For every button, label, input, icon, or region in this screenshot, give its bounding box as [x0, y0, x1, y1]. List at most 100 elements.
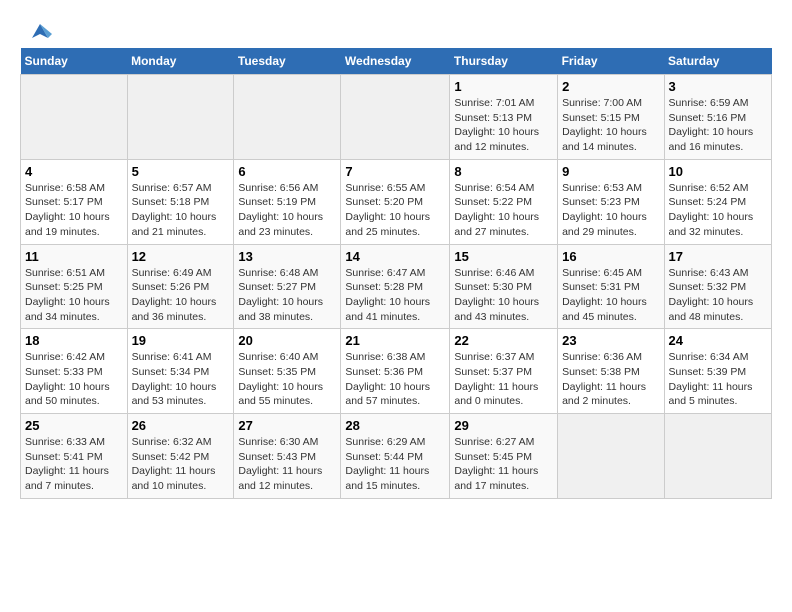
day-number: 17 — [669, 249, 767, 264]
day-info: Sunrise: 6:38 AM Sunset: 5:36 PM Dayligh… — [345, 351, 430, 407]
day-number: 29 — [454, 418, 553, 433]
day-number: 9 — [562, 164, 659, 179]
day-info: Sunrise: 6:29 AM Sunset: 5:44 PM Dayligh… — [345, 436, 429, 492]
day-number: 3 — [669, 79, 767, 94]
calendar-cell: 12 Sunrise: 6:49 AM Sunset: 5:26 PM Dayli… — [127, 244, 234, 329]
week-row-1: 1Sunrise: 7:01 AM Sunset: 5:13 PM Daylig… — [21, 75, 772, 160]
day-number: 8 — [454, 164, 553, 179]
day-info: Sunrise: 6:46 AM Sunset: 5:30 PM Dayligh… — [454, 267, 539, 323]
calendar-cell: 27 Sunrise: 6:30 AM Sunset: 5:43 PM Dayli… — [234, 414, 341, 499]
day-info: Sunrise: 6:45 AM Sunset: 5:31 PM Dayligh… — [562, 267, 647, 323]
day-info: Sunrise: 6:56 AM Sunset: 5:19 PM Dayligh… — [238, 182, 323, 238]
day-number: 5 — [132, 164, 230, 179]
logo — [20, 20, 56, 38]
week-row-4: 18 Sunrise: 6:42 AM Sunset: 5:33 PM Dayli… — [21, 329, 772, 414]
day-info: Sunrise: 7:00 AM Sunset: 5:15 PM Dayligh… — [562, 97, 647, 153]
day-number: 21 — [345, 333, 445, 348]
header-day-monday: Monday — [127, 48, 234, 75]
day-info: Sunrise: 6:37 AM Sunset: 5:37 PM Dayligh… — [454, 351, 538, 407]
calendar-cell: 10 Sunrise: 6:52 AM Sunset: 5:24 PM Dayli… — [664, 159, 771, 244]
day-info: Sunrise: 6:30 AM Sunset: 5:43 PM Dayligh… — [238, 436, 322, 492]
calendar-cell: 23 Sunrise: 6:36 AM Sunset: 5:38 PM Dayli… — [558, 329, 664, 414]
calendar-cell: 22 Sunrise: 6:37 AM Sunset: 5:37 PM Dayli… — [450, 329, 558, 414]
page-header — [20, 20, 772, 38]
calendar-cell: 4 Sunrise: 6:58 AM Sunset: 5:17 PM Daylig… — [21, 159, 128, 244]
day-number: 7 — [345, 164, 445, 179]
day-number: 19 — [132, 333, 230, 348]
calendar-cell: 16 Sunrise: 6:45 AM Sunset: 5:31 PM Dayli… — [558, 244, 664, 329]
calendar-cell: 25 Sunrise: 6:33 AM Sunset: 5:41 PM Dayli… — [21, 414, 128, 499]
calendar-cell — [664, 414, 771, 499]
day-info: Sunrise: 6:52 AM Sunset: 5:24 PM Dayligh… — [669, 182, 754, 238]
day-number: 24 — [669, 333, 767, 348]
calendar-cell — [127, 75, 234, 160]
calendar-cell — [234, 75, 341, 160]
day-number: 6 — [238, 164, 336, 179]
day-info: Sunrise: 6:58 AM Sunset: 5:17 PM Dayligh… — [25, 182, 110, 238]
header-day-tuesday: Tuesday — [234, 48, 341, 75]
calendar-cell — [558, 414, 664, 499]
day-number: 23 — [562, 333, 659, 348]
day-number: 15 — [454, 249, 553, 264]
calendar-cell: 13Sunrise: 6:48 AM Sunset: 5:27 PM Dayli… — [234, 244, 341, 329]
day-number: 11 — [25, 249, 123, 264]
calendar-cell: 18 Sunrise: 6:42 AM Sunset: 5:33 PM Dayli… — [21, 329, 128, 414]
calendar-cell: 24 Sunrise: 6:34 AM Sunset: 5:39 PM Dayli… — [664, 329, 771, 414]
day-number: 28 — [345, 418, 445, 433]
day-info: Sunrise: 6:57 AM Sunset: 5:18 PM Dayligh… — [132, 182, 217, 238]
day-info: Sunrise: 6:34 AM Sunset: 5:39 PM Dayligh… — [669, 351, 753, 407]
day-number: 22 — [454, 333, 553, 348]
day-info: Sunrise: 6:59 AM Sunset: 5:16 PM Dayligh… — [669, 97, 754, 153]
day-number: 25 — [25, 418, 123, 433]
header-row: SundayMondayTuesdayWednesdayThursdayFrid… — [21, 48, 772, 75]
day-info: Sunrise: 6:40 AM Sunset: 5:35 PM Dayligh… — [238, 351, 323, 407]
day-number: 26 — [132, 418, 230, 433]
day-number: 14 — [345, 249, 445, 264]
header-day-wednesday: Wednesday — [341, 48, 450, 75]
day-number: 10 — [669, 164, 767, 179]
calendar-cell: 7 Sunrise: 6:55 AM Sunset: 5:20 PM Daylig… — [341, 159, 450, 244]
calendar-cell — [21, 75, 128, 160]
day-info: Sunrise: 6:51 AM Sunset: 5:25 PM Dayligh… — [25, 267, 110, 323]
week-row-5: 25 Sunrise: 6:33 AM Sunset: 5:41 PM Dayli… — [21, 414, 772, 499]
day-number: 20 — [238, 333, 336, 348]
logo-bird-icon — [24, 20, 56, 42]
day-number: 4 — [25, 164, 123, 179]
header-day-thursday: Thursday — [450, 48, 558, 75]
calendar-cell: 20 Sunrise: 6:40 AM Sunset: 5:35 PM Dayli… — [234, 329, 341, 414]
day-number: 12 — [132, 249, 230, 264]
day-info: Sunrise: 6:53 AM Sunset: 5:23 PM Dayligh… — [562, 182, 647, 238]
calendar-cell: 5 Sunrise: 6:57 AM Sunset: 5:18 PM Daylig… — [127, 159, 234, 244]
day-number: 16 — [562, 249, 659, 264]
header-day-friday: Friday — [558, 48, 664, 75]
day-number: 18 — [25, 333, 123, 348]
day-info: Sunrise: 6:33 AM Sunset: 5:41 PM Dayligh… — [25, 436, 109, 492]
calendar-cell: 2 Sunrise: 7:00 AM Sunset: 5:15 PM Daylig… — [558, 75, 664, 160]
calendar-body: 1Sunrise: 7:01 AM Sunset: 5:13 PM Daylig… — [21, 75, 772, 499]
calendar-cell: 8 Sunrise: 6:54 AM Sunset: 5:22 PM Daylig… — [450, 159, 558, 244]
day-number: 2 — [562, 79, 659, 94]
day-info: Sunrise: 6:49 AM Sunset: 5:26 PM Dayligh… — [132, 267, 217, 323]
day-number: 1 — [454, 79, 553, 94]
day-info: Sunrise: 6:54 AM Sunset: 5:22 PM Dayligh… — [454, 182, 539, 238]
day-info: Sunrise: 6:36 AM Sunset: 5:38 PM Dayligh… — [562, 351, 646, 407]
day-info: Sunrise: 6:55 AM Sunset: 5:20 PM Dayligh… — [345, 182, 430, 238]
calendar-cell: 28 Sunrise: 6:29 AM Sunset: 5:44 PM Dayli… — [341, 414, 450, 499]
calendar-cell: 17 Sunrise: 6:43 AM Sunset: 5:32 PM Dayli… — [664, 244, 771, 329]
header-day-sunday: Sunday — [21, 48, 128, 75]
day-info: Sunrise: 6:42 AM Sunset: 5:33 PM Dayligh… — [25, 351, 110, 407]
day-number: 27 — [238, 418, 336, 433]
day-info: Sunrise: 6:43 AM Sunset: 5:32 PM Dayligh… — [669, 267, 754, 323]
day-info: Sunrise: 6:41 AM Sunset: 5:34 PM Dayligh… — [132, 351, 217, 407]
calendar-cell: 21 Sunrise: 6:38 AM Sunset: 5:36 PM Dayli… — [341, 329, 450, 414]
calendar-cell: 3 Sunrise: 6:59 AM Sunset: 5:16 PM Daylig… — [664, 75, 771, 160]
calendar-cell: 11 Sunrise: 6:51 AM Sunset: 5:25 PM Dayli… — [21, 244, 128, 329]
calendar-cell: 6 Sunrise: 6:56 AM Sunset: 5:19 PM Daylig… — [234, 159, 341, 244]
day-info: Sunrise: 6:32 AM Sunset: 5:42 PM Dayligh… — [132, 436, 216, 492]
calendar-table: SundayMondayTuesdayWednesdayThursdayFrid… — [20, 48, 772, 499]
week-row-3: 11 Sunrise: 6:51 AM Sunset: 5:25 PM Dayli… — [21, 244, 772, 329]
calendar-cell: 14Sunrise: 6:47 AM Sunset: 5:28 PM Dayli… — [341, 244, 450, 329]
week-row-2: 4 Sunrise: 6:58 AM Sunset: 5:17 PM Daylig… — [21, 159, 772, 244]
day-number: 13 — [238, 249, 336, 264]
calendar-cell: 1Sunrise: 7:01 AM Sunset: 5:13 PM Daylig… — [450, 75, 558, 160]
